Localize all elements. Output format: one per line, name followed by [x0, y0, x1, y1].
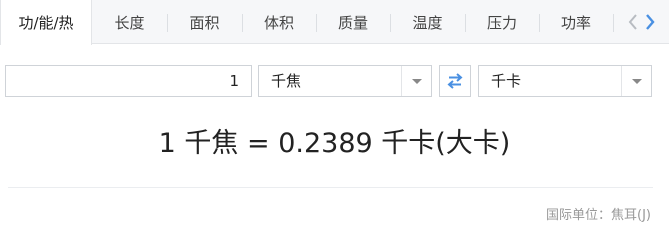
category-tab-bar: 功/能/热 长度 面积 体积 质量 温度 压力 功率	[0, 0, 669, 45]
unit-converter-widget: 功/能/热 长度 面积 体积 质量 温度 压力 功率 1 千焦 千卡 1 千焦 …	[0, 0, 669, 244]
from-unit-label: 千焦	[271, 72, 302, 90]
conversion-result: 1 千焦 = 0.2389 千卡(大卡)	[158, 128, 511, 159]
tab-separator	[613, 14, 614, 32]
tab-pressure[interactable]: 压力	[465, 0, 539, 44]
chevron-left-icon[interactable]	[626, 12, 640, 32]
caret-down-icon	[632, 79, 642, 84]
value-input[interactable]: 1	[5, 65, 252, 97]
to-unit-label: 千卡	[491, 72, 522, 90]
to-unit-dropdown-button[interactable]	[621, 66, 651, 96]
to-unit-select[interactable]: 千卡	[478, 65, 652, 97]
tab-temperature[interactable]: 温度	[390, 0, 465, 44]
tab-power[interactable]: 功率	[539, 0, 613, 44]
caret-down-icon	[412, 79, 422, 84]
tab-length[interactable]: 长度	[92, 0, 167, 44]
swap-arrows-icon	[447, 73, 463, 89]
from-unit-select[interactable]: 千焦	[258, 65, 432, 97]
tab-area[interactable]: 面积	[167, 0, 242, 44]
tab-mass[interactable]: 质量	[316, 0, 390, 44]
divider	[8, 187, 653, 188]
tab-volume[interactable]: 体积	[242, 0, 316, 44]
tab-energy[interactable]: 功/能/热	[0, 0, 92, 45]
from-unit-dropdown-button[interactable]	[401, 66, 431, 96]
si-unit-note: 国际单位：焦耳(J)	[546, 208, 651, 223]
swap-units-button[interactable]	[439, 65, 471, 97]
chevron-right-icon[interactable]	[643, 12, 657, 32]
